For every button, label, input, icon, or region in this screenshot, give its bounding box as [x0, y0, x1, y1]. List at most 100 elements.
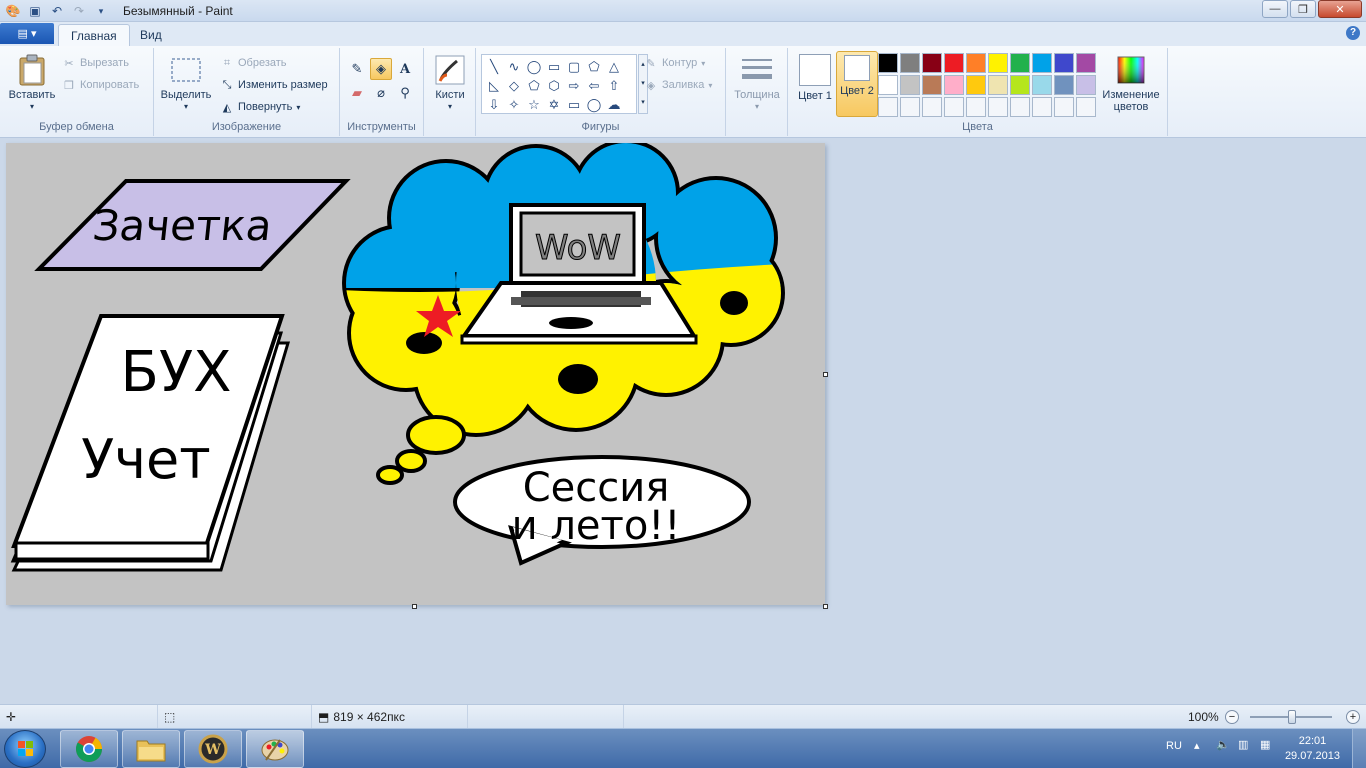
brushes-button[interactable]: Кисти ▾ [430, 54, 470, 113]
zoom-in-button[interactable]: + [1346, 710, 1360, 724]
color-picker-icon[interactable]: ⌀ [370, 82, 392, 104]
cut-button[interactable]: ✂ Вырезать [62, 56, 129, 70]
resize-handle-corner[interactable] [823, 604, 828, 609]
palette-color-swatch[interactable] [878, 75, 898, 95]
palette-color-swatch[interactable] [944, 53, 964, 73]
hexagon-shape-icon[interactable]: ⬡ [544, 76, 564, 95]
four-point-star-shape-icon[interactable]: ✧ [504, 95, 524, 114]
line-shape-icon[interactable]: ╲ [484, 57, 504, 76]
callout-rect-shape-icon[interactable]: ▭ [564, 95, 584, 114]
palette-color-swatch[interactable] [1054, 53, 1074, 73]
redo-icon[interactable]: ↷ [70, 2, 88, 20]
volume-icon[interactable]: 🔈 [1216, 738, 1230, 751]
palette-color-swatch[interactable] [988, 75, 1008, 95]
outline-button[interactable]: ✎ Контур ▾ [644, 56, 705, 70]
palette-color-swatch[interactable] [1010, 97, 1030, 117]
drawing-canvas[interactable]: Зачетка БУХ Учет WoW Сессия и лето!! [6, 143, 825, 605]
palette-color-swatch[interactable] [1010, 53, 1030, 73]
palette-color-swatch[interactable] [966, 75, 986, 95]
palette-color-swatch[interactable] [900, 53, 920, 73]
right-arrow-shape-icon[interactable]: ⇨ [564, 76, 584, 95]
fill-bucket-icon[interactable]: ◈ [370, 58, 392, 80]
network-icon[interactable]: ▦ [1260, 738, 1270, 751]
callout-oval-shape-icon[interactable]: ◯ [584, 95, 604, 114]
restore-button[interactable]: ❐ [1290, 0, 1316, 18]
magnifier-icon[interactable]: ⚲ [394, 82, 416, 104]
paint-app-icon[interactable]: 🎨 [4, 2, 22, 20]
paste-button[interactable]: Вставить ▾ [6, 54, 58, 113]
polygon-shape-icon[interactable]: ⬠ [584, 57, 604, 76]
size-button[interactable]: Толщина ▾ [732, 54, 782, 113]
pentagon-shape-icon[interactable]: ⬠ [524, 76, 544, 95]
palette-color-swatch[interactable] [900, 75, 920, 95]
tray-expand-icon[interactable]: ▴ [1194, 739, 1200, 752]
zoom-out-button[interactable]: − [1225, 710, 1239, 724]
palette-color-swatch[interactable] [1076, 97, 1096, 117]
palette-color-swatch[interactable] [878, 97, 898, 117]
zoom-slider-thumb[interactable] [1288, 710, 1296, 724]
fill-button[interactable]: ◈ Заливка ▾ [644, 78, 713, 92]
text-tool-icon[interactable]: A [394, 58, 416, 80]
palette-color-swatch[interactable] [1054, 97, 1074, 117]
palette-color-swatch[interactable] [944, 75, 964, 95]
rectangle-shape-icon[interactable]: ▭ [544, 57, 564, 76]
palette-color-swatch[interactable] [966, 53, 986, 73]
curve-shape-icon[interactable]: ∿ [504, 57, 524, 76]
five-point-star-shape-icon[interactable]: ☆ [524, 95, 544, 114]
copy-button[interactable]: ❐ Копировать [62, 78, 139, 92]
help-icon[interactable]: ? [1346, 26, 1360, 40]
show-desktop-button[interactable] [1352, 729, 1366, 768]
color2-button[interactable]: Цвет 2 [836, 51, 878, 117]
palette-color-swatch[interactable] [1054, 75, 1074, 95]
palette-color-swatch[interactable] [1032, 75, 1052, 95]
palette-color-swatch[interactable] [878, 53, 898, 73]
pencil-icon[interactable]: ✎ [346, 58, 368, 80]
palette-color-swatch[interactable] [988, 53, 1008, 73]
oval-shape-icon[interactable]: ◯ [524, 57, 544, 76]
device-icon[interactable]: ▥ [1238, 738, 1248, 751]
right-triangle-shape-icon[interactable]: ◺ [484, 76, 504, 95]
tab-view[interactable]: Вид [128, 24, 174, 46]
edit-colors-button[interactable]: Изменение цветов [1098, 54, 1164, 113]
triangle-shape-icon[interactable]: △ [604, 57, 624, 76]
taskbar-chrome[interactable] [60, 730, 118, 768]
palette-color-swatch[interactable] [988, 97, 1008, 117]
customize-qat-icon[interactable]: ▾ [92, 2, 110, 20]
palette-color-swatch[interactable] [944, 97, 964, 117]
crop-button[interactable]: ⌗ Обрезать [220, 56, 287, 70]
clock[interactable]: 22:01 29.07.2013 [1285, 734, 1340, 764]
rounded-rectangle-shape-icon[interactable]: ▢ [564, 57, 584, 76]
resize-handle-bottom[interactable] [412, 604, 417, 609]
taskbar-explorer[interactable] [122, 730, 180, 768]
close-button[interactable]: ✕ [1318, 0, 1362, 18]
six-point-star-shape-icon[interactable]: ✡ [544, 95, 564, 114]
taskbar-wow[interactable]: W [184, 730, 242, 768]
language-indicator[interactable]: RU [1166, 740, 1182, 752]
eraser-icon[interactable]: ▰ [346, 82, 368, 104]
down-arrow-shape-icon[interactable]: ⇩ [484, 95, 504, 114]
tab-home[interactable]: Главная [58, 24, 130, 46]
paint-menu-button[interactable]: ▤ ▾ [0, 23, 54, 44]
palette-color-swatch[interactable] [1032, 97, 1052, 117]
save-icon[interactable]: ▣ [26, 2, 44, 20]
palette-color-swatch[interactable] [900, 97, 920, 117]
undo-icon[interactable]: ↶ [48, 2, 66, 20]
left-arrow-shape-icon[interactable]: ⇦ [584, 76, 604, 95]
palette-color-swatch[interactable] [922, 75, 942, 95]
palette-color-swatch[interactable] [922, 97, 942, 117]
minimize-button[interactable]: — [1262, 0, 1288, 18]
taskbar-paint[interactable] [246, 730, 304, 768]
up-arrow-shape-icon[interactable]: ⇧ [604, 76, 624, 95]
color1-button[interactable]: Цвет 1 [796, 54, 834, 116]
palette-color-swatch[interactable] [1010, 75, 1030, 95]
diamond-shape-icon[interactable]: ◇ [504, 76, 524, 95]
select-button[interactable]: Выделить ▾ [160, 54, 212, 113]
palette-color-swatch[interactable] [1076, 75, 1096, 95]
rotate-button[interactable]: ◭ Повернуть ▾ [220, 100, 301, 114]
palette-color-swatch[interactable] [1032, 53, 1052, 73]
resize-button[interactable]: ⤡ Изменить размер [220, 78, 328, 92]
resize-handle-right[interactable] [823, 372, 828, 377]
palette-color-swatch[interactable] [966, 97, 986, 117]
palette-color-swatch[interactable] [922, 53, 942, 73]
palette-color-swatch[interactable] [1076, 53, 1096, 73]
